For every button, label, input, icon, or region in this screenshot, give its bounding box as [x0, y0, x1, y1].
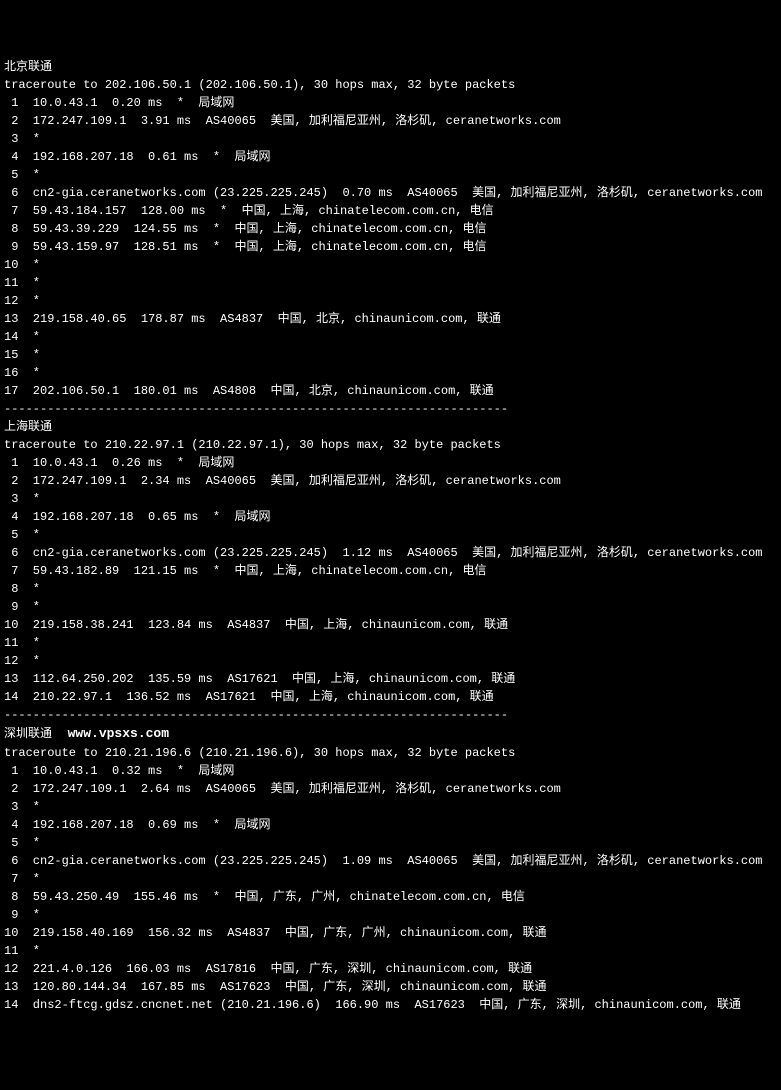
traceroute-hop: 9 *	[4, 598, 777, 616]
traceroute-hop: 10 219.158.40.169 156.32 ms AS4837 中国, 广…	[4, 924, 777, 942]
traceroute-hop: 6 cn2-gia.ceranetworks.com (23.225.225.2…	[4, 544, 777, 562]
traceroute-hop: 9 59.43.159.97 128.51 ms * 中国, 上海, china…	[4, 238, 777, 256]
traceroute-hop: 13 219.158.40.65 178.87 ms AS4837 中国, 北京…	[4, 310, 777, 328]
section-title-line: 深圳联通 www.vpsxs.com	[4, 724, 777, 744]
traceroute-hop: 6 cn2-gia.ceranetworks.com (23.225.225.2…	[4, 184, 777, 202]
traceroute-hop: 7 59.43.182.89 121.15 ms * 中国, 上海, china…	[4, 562, 777, 580]
traceroute-hop: 14 dns2-ftcg.gdsz.cncnet.net (210.21.196…	[4, 996, 777, 1014]
traceroute-hop: 11 *	[4, 274, 777, 292]
traceroute-hop: 2 172.247.109.1 2.34 ms AS40065 美国, 加利福尼…	[4, 472, 777, 490]
traceroute-hop: 3 *	[4, 490, 777, 508]
traceroute-hop: 16 *	[4, 364, 777, 382]
traceroute-header: traceroute to 210.22.97.1 (210.22.97.1),…	[4, 436, 777, 454]
traceroute-hop: 10 219.158.38.241 123.84 ms AS4837 中国, 上…	[4, 616, 777, 634]
traceroute-header: traceroute to 210.21.196.6 (210.21.196.6…	[4, 744, 777, 762]
traceroute-hop: 11 *	[4, 634, 777, 652]
traceroute-hop: 12 *	[4, 652, 777, 670]
traceroute-hop: 8 59.43.39.229 124.55 ms * 中国, 上海, china…	[4, 220, 777, 238]
traceroute-hop: 7 *	[4, 870, 777, 888]
traceroute-hop: 8 59.43.250.49 155.46 ms * 中国, 广东, 广州, c…	[4, 888, 777, 906]
section-title: 深圳联通	[4, 727, 52, 741]
traceroute-hop: 5 *	[4, 526, 777, 544]
divider-line: ----------------------------------------…	[4, 706, 777, 724]
traceroute-hop: 12 221.4.0.126 166.03 ms AS17816 中国, 广东,…	[4, 960, 777, 978]
terminal-output: 北京联通 traceroute to 202.106.50.1 (202.106.…	[4, 58, 777, 1014]
traceroute-hop: 10 *	[4, 256, 777, 274]
traceroute-hop: 7 59.43.184.157 128.00 ms * 中国, 上海, chin…	[4, 202, 777, 220]
traceroute-header: traceroute to 202.106.50.1 (202.106.50.1…	[4, 76, 777, 94]
traceroute-hop: 3 *	[4, 130, 777, 148]
traceroute-hop: 3 *	[4, 798, 777, 816]
traceroute-hop: 4 192.168.207.18 0.61 ms * 局域网	[4, 148, 777, 166]
section-title-line: 北京联通	[4, 58, 777, 76]
traceroute-hop: 1 10.0.43.1 0.20 ms * 局域网	[4, 94, 777, 112]
traceroute-hop: 9 *	[4, 906, 777, 924]
traceroute-hop: 17 202.106.50.1 180.01 ms AS4808 中国, 北京,…	[4, 382, 777, 400]
divider-line: ----------------------------------------…	[4, 400, 777, 418]
traceroute-hop: 15 *	[4, 346, 777, 364]
section-title: 上海联通	[4, 420, 52, 434]
traceroute-hop: 13 112.64.250.202 135.59 ms AS17621 中国, …	[4, 670, 777, 688]
traceroute-hop: 1 10.0.43.1 0.32 ms * 局域网	[4, 762, 777, 780]
watermark: www.vpsxs.com	[52, 726, 169, 741]
traceroute-hop: 12 *	[4, 292, 777, 310]
traceroute-hop: 1 10.0.43.1 0.26 ms * 局域网	[4, 454, 777, 472]
traceroute-hop: 14 210.22.97.1 136.52 ms AS17621 中国, 上海,…	[4, 688, 777, 706]
traceroute-hop: 13 120.80.144.34 167.85 ms AS17623 中国, 广…	[4, 978, 777, 996]
traceroute-hop: 2 172.247.109.1 2.64 ms AS40065 美国, 加利福尼…	[4, 780, 777, 798]
traceroute-hop: 8 *	[4, 580, 777, 598]
traceroute-hop: 5 *	[4, 166, 777, 184]
traceroute-hop: 11 *	[4, 942, 777, 960]
traceroute-hop: 2 172.247.109.1 3.91 ms AS40065 美国, 加利福尼…	[4, 112, 777, 130]
traceroute-hop: 5 *	[4, 834, 777, 852]
section-title-line: 上海联通	[4, 418, 777, 436]
traceroute-hop: 6 cn2-gia.ceranetworks.com (23.225.225.2…	[4, 852, 777, 870]
section-title: 北京联通	[4, 60, 52, 74]
traceroute-hop: 4 192.168.207.18 0.65 ms * 局域网	[4, 508, 777, 526]
traceroute-hop: 14 *	[4, 328, 777, 346]
